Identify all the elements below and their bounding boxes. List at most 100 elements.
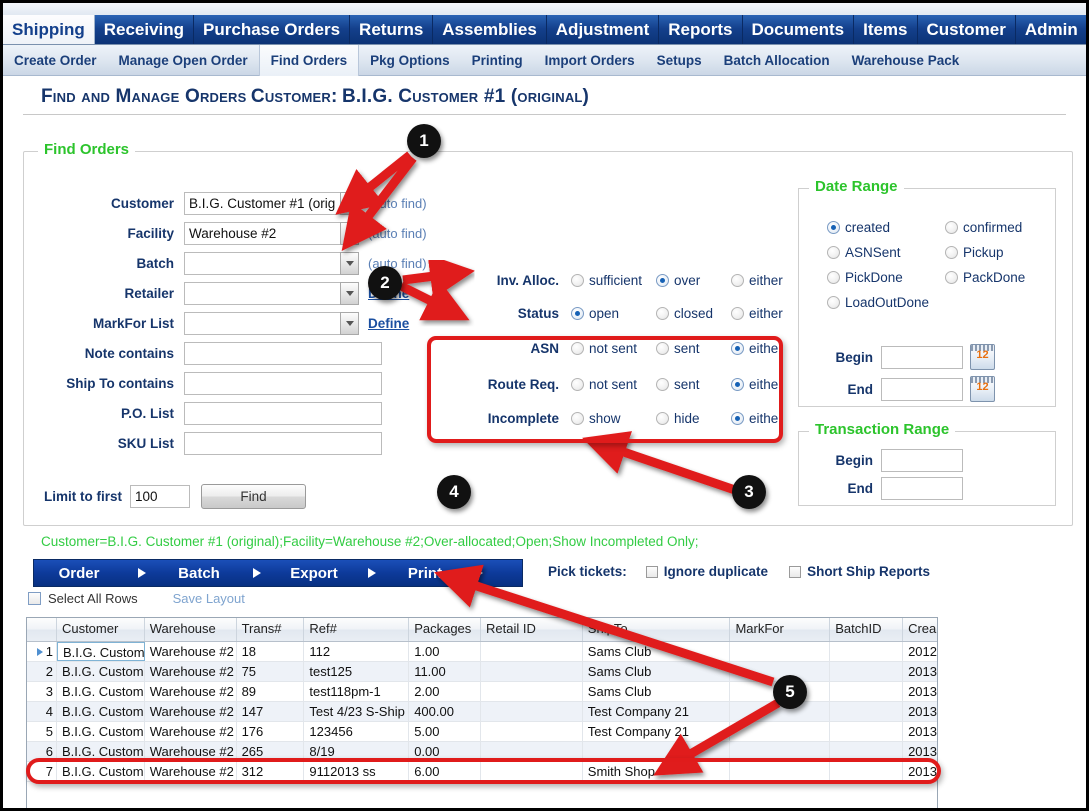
grid-cell-rownum: 4 [27, 702, 57, 721]
checkbox-ignore-duplicate[interactable]: Ignore duplicate [645, 564, 768, 579]
radio-option-closed[interactable]: closed [656, 306, 731, 321]
nav-tab-items[interactable]: Items [854, 15, 918, 45]
grid-header-trans[interactable]: Trans# [237, 618, 305, 641]
date-option-pickdone[interactable]: PickDone [827, 265, 945, 290]
retailer-input[interactable] [184, 281, 359, 305]
sku-list-input[interactable] [184, 431, 382, 455]
action-print-arrow[interactable] [461, 568, 496, 578]
subnav-create-order[interactable]: Create Order [3, 45, 108, 76]
nav-tab-purchase-orders[interactable]: Purchase Orders [194, 15, 351, 45]
grid-header-customer[interactable]: Customer [57, 618, 145, 641]
markfor-list-input[interactable] [184, 311, 359, 335]
date-option-packdone[interactable]: PackDone [945, 265, 1025, 290]
nav-tab-returns[interactable]: Returns [350, 15, 434, 45]
action-batch[interactable]: Batch [159, 565, 239, 582]
grid-header-markfor[interactable]: MarkFor [730, 618, 831, 641]
save-layout-link[interactable]: Save Layout [173, 591, 245, 606]
action-order-arrow[interactable] [124, 568, 159, 578]
shipto-contains-input[interactable] [184, 371, 382, 395]
field-label-customer: Customer [110, 195, 174, 211]
markfor-define-link[interactable]: Define [368, 316, 409, 331]
checkbox-icon [28, 592, 41, 605]
checkbox-icon [789, 565, 802, 578]
radio-option-either[interactable]: either [731, 273, 783, 288]
markfor-list-dropdown-button[interactable] [340, 311, 359, 335]
action-export[interactable]: Export [274, 565, 354, 582]
grid-header-row: Customer Warehouse Trans# Ref# Packages … [27, 618, 937, 642]
grid-header-batchid[interactable]: BatchID [830, 618, 904, 641]
grid-cell-created: 2013 [908, 684, 937, 699]
nav-tab-assemblies[interactable]: Assemblies [433, 15, 547, 45]
nav-tab-reports[interactable]: Reports [659, 15, 743, 45]
nav-tab-shipping[interactable]: Shipping [3, 15, 95, 45]
grid-cell-rownum: 3 [27, 682, 57, 701]
radio-group-inv-alloc: Inv. Alloc. sufficient over either [444, 264, 804, 297]
grid-header-created[interactable]: Crea [903, 618, 937, 641]
radio-option-sufficient[interactable]: sufficient [571, 273, 656, 288]
date-begin-input[interactable] [881, 345, 963, 369]
main-navigation-bar: Shipping Receiving Purchase Orders Retur… [3, 3, 1086, 45]
row-selector-icon [36, 647, 43, 656]
nav-tab-customer[interactable]: Customer [917, 15, 1016, 45]
calendar-icon[interactable]: 12 [970, 376, 995, 402]
grid-cell-batchid [830, 722, 904, 741]
grid-header-shipto[interactable]: ShipTo [583, 618, 731, 641]
table-row[interactable]: 1 B.I.G. Custom Warehouse #2 18 112 1.00… [27, 642, 937, 662]
date-option-confirmed[interactable]: confirmed [945, 215, 1022, 240]
subnav-pkg-options[interactable]: Pkg Options [359, 45, 461, 76]
field-label-note-contains: Note contains [84, 345, 174, 361]
subnav-warehouse-pack[interactable]: Warehouse Pack [841, 45, 971, 76]
grid-cell-customer[interactable]: B.I.G. Custom [56, 642, 145, 661]
limit-to-first-input[interactable] [130, 485, 190, 508]
date-option-pickup[interactable]: Pickup [945, 240, 1004, 265]
table-row[interactable]: 5 B.I.G. Custom Warehouse #2 176 123456 … [27, 722, 937, 742]
grid-cell-warehouse: Warehouse #2 [145, 722, 237, 741]
nav-tab-receiving[interactable]: Receiving [94, 15, 195, 45]
transaction-end-input[interactable] [881, 477, 963, 500]
facility-dropdown-button[interactable] [340, 221, 359, 245]
grid-header-ref[interactable]: Ref# [304, 618, 410, 641]
date-end-input[interactable] [881, 377, 963, 401]
facility-input[interactable] [184, 221, 359, 245]
grid-header-packages[interactable]: Packages [409, 618, 482, 641]
retailer-dropdown-button[interactable] [340, 281, 359, 305]
date-option-asnsent[interactable]: ASNSent [827, 240, 945, 265]
po-list-input[interactable] [184, 401, 382, 425]
action-batch-arrow[interactable] [239, 568, 274, 578]
note-contains-input[interactable] [184, 341, 382, 365]
radio-icon [571, 307, 584, 320]
action-order[interactable]: Order [34, 565, 124, 582]
date-option-created[interactable]: created [827, 215, 945, 240]
subnav-import-orders[interactable]: Import Orders [534, 45, 646, 76]
transaction-begin-input[interactable] [881, 449, 963, 472]
subnav-printing[interactable]: Printing [461, 45, 534, 76]
action-export-arrow[interactable] [354, 568, 389, 578]
grid-cell-packages: 5.00 [409, 722, 482, 741]
action-label: Batch [178, 564, 220, 582]
subnav-setups[interactable]: Setups [646, 45, 713, 76]
checkbox-label: Short Ship Reports [807, 564, 931, 579]
radio-option-either[interactable]: either [731, 306, 783, 321]
calendar-icon[interactable]: 12 [970, 344, 995, 370]
customer-input[interactable] [184, 191, 359, 215]
nav-tab-adjustment[interactable]: Adjustment [546, 15, 660, 45]
nav-tab-documents[interactable]: Documents [742, 15, 855, 45]
date-option-loadoutdone[interactable]: LoadOutDone [827, 290, 929, 315]
nav-tab-admin[interactable]: Admin [1015, 15, 1086, 45]
customer-dropdown-button[interactable] [340, 191, 359, 215]
subnav-find-orders[interactable]: Find Orders [258, 44, 360, 76]
subnav-batch-allocation[interactable]: Batch Allocation [713, 45, 841, 76]
subnav-manage-open-order[interactable]: Manage Open Order [108, 45, 259, 76]
radio-option-open[interactable]: open [571, 306, 656, 321]
grid-header-retail-id[interactable]: Retail ID [481, 618, 583, 641]
batch-dropdown-button[interactable] [340, 251, 359, 275]
checkbox-short-ship-reports[interactable]: Short Ship Reports [789, 564, 930, 579]
find-button[interactable]: Find [201, 484, 306, 509]
action-print[interactable]: Print [389, 565, 461, 582]
radio-option-over[interactable]: over [656, 273, 731, 288]
batch-input[interactable] [184, 251, 359, 275]
grid-cell-rownum: 2 [27, 662, 57, 681]
radio-icon [827, 296, 840, 309]
checkbox-select-all-rows[interactable]: Select All Rows [28, 591, 138, 606]
grid-header-warehouse[interactable]: Warehouse [145, 618, 237, 641]
